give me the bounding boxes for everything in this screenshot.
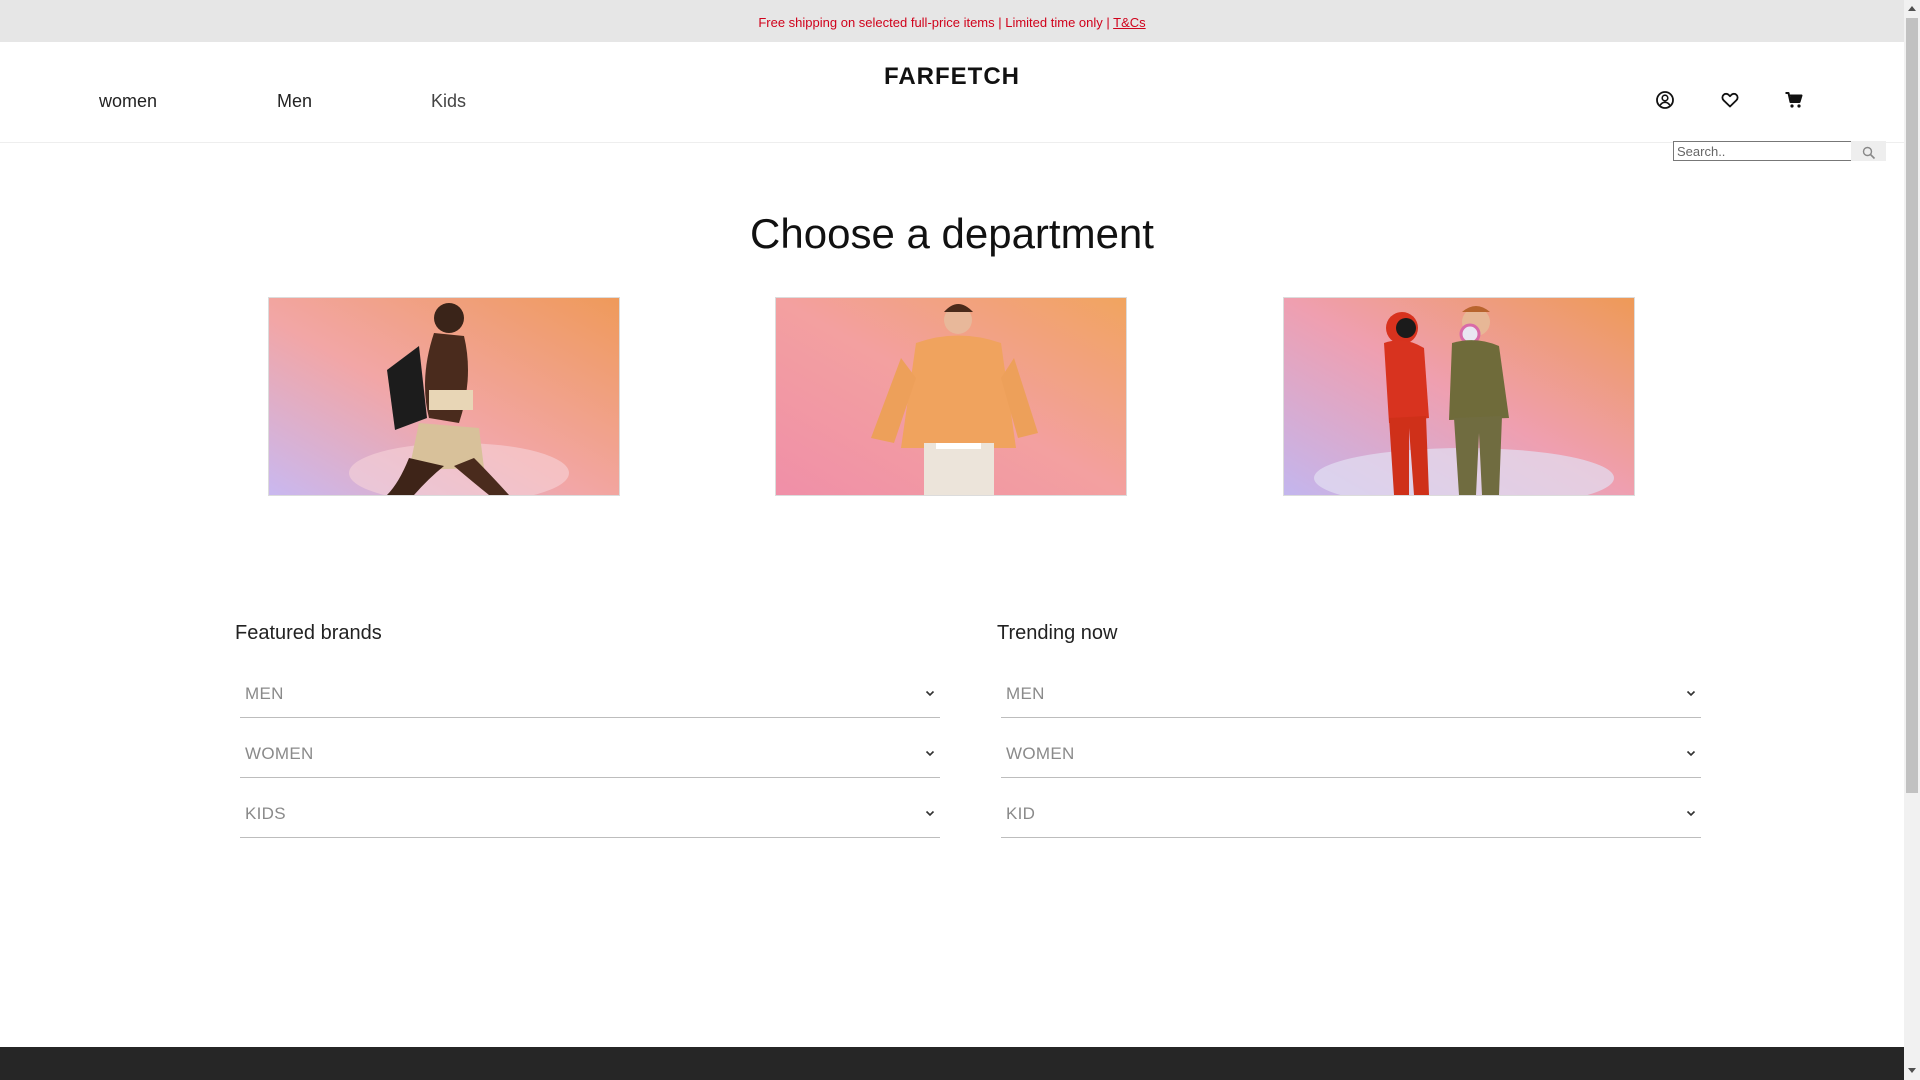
wishlist-heart-icon[interactable] bbox=[1720, 90, 1740, 110]
search-button[interactable] bbox=[1851, 141, 1886, 161]
promo-text: Free shipping on selected full-price ite… bbox=[758, 15, 1114, 30]
trending-now-heading: Trending now bbox=[997, 622, 1118, 644]
chevron-down-icon bbox=[924, 807, 936, 819]
scroll-up-arrow-icon[interactable] bbox=[1908, 6, 1916, 11]
women-department-image bbox=[269, 298, 619, 495]
accordion-label: WOMEN bbox=[1006, 744, 1075, 763]
footer bbox=[0, 1047, 1904, 1080]
farfetch-logo[interactable]: FARFETCH bbox=[0, 63, 1904, 91]
scroll-down-arrow-icon[interactable] bbox=[1908, 1068, 1916, 1073]
nav-women[interactable]: women bbox=[99, 91, 157, 112]
chevron-down-icon bbox=[924, 747, 936, 759]
department-card-women[interactable] bbox=[269, 298, 619, 495]
trending-now-kid[interactable]: KID bbox=[1001, 788, 1701, 838]
promo-banner: Free shipping on selected full-price ite… bbox=[0, 0, 1904, 42]
accordion-label: KID bbox=[1006, 804, 1036, 823]
featured-brands-men[interactable]: MEN bbox=[240, 668, 940, 718]
search-icon bbox=[1862, 146, 1875, 160]
trending-now-women[interactable]: WOMEN bbox=[1001, 728, 1701, 778]
department-card-men[interactable] bbox=[776, 298, 1126, 495]
accordion-label: KIDS bbox=[245, 804, 286, 823]
chevron-down-icon bbox=[1685, 807, 1697, 819]
accordion-label: MEN bbox=[1006, 684, 1045, 703]
featured-brands-heading: Featured brands bbox=[235, 622, 382, 644]
nav-kids[interactable]: Kids bbox=[431, 91, 466, 112]
scrollbar-thumb[interactable] bbox=[1906, 18, 1918, 793]
featured-brands-kids[interactable]: KIDS bbox=[240, 788, 940, 838]
accordion-label: MEN bbox=[245, 684, 284, 703]
page: Free shipping on selected full-price ite… bbox=[0, 0, 1904, 1080]
chevron-down-icon bbox=[1685, 747, 1697, 759]
page-title: Choose a department bbox=[750, 210, 1154, 257]
trending-now-men[interactable]: MEN bbox=[1001, 668, 1701, 718]
shopping-cart-icon[interactable] bbox=[1784, 90, 1804, 110]
chevron-down-icon bbox=[1685, 687, 1697, 699]
search-input[interactable] bbox=[1673, 141, 1855, 161]
men-department-image bbox=[776, 298, 1126, 495]
department-card-kids[interactable] bbox=[1284, 298, 1634, 495]
site-header: women Men Kids FARFETCH bbox=[0, 42, 1904, 143]
vertical-scrollbar[interactable] bbox=[1904, 0, 1920, 1080]
featured-brands-women[interactable]: WOMEN bbox=[240, 728, 940, 778]
kids-department-image bbox=[1284, 298, 1634, 495]
terms-link[interactable]: T&Cs bbox=[1113, 15, 1146, 30]
account-icon[interactable] bbox=[1655, 90, 1675, 110]
nav-men[interactable]: Men bbox=[277, 91, 312, 112]
accordion-label: WOMEN bbox=[245, 744, 314, 763]
chevron-down-icon bbox=[924, 687, 936, 699]
